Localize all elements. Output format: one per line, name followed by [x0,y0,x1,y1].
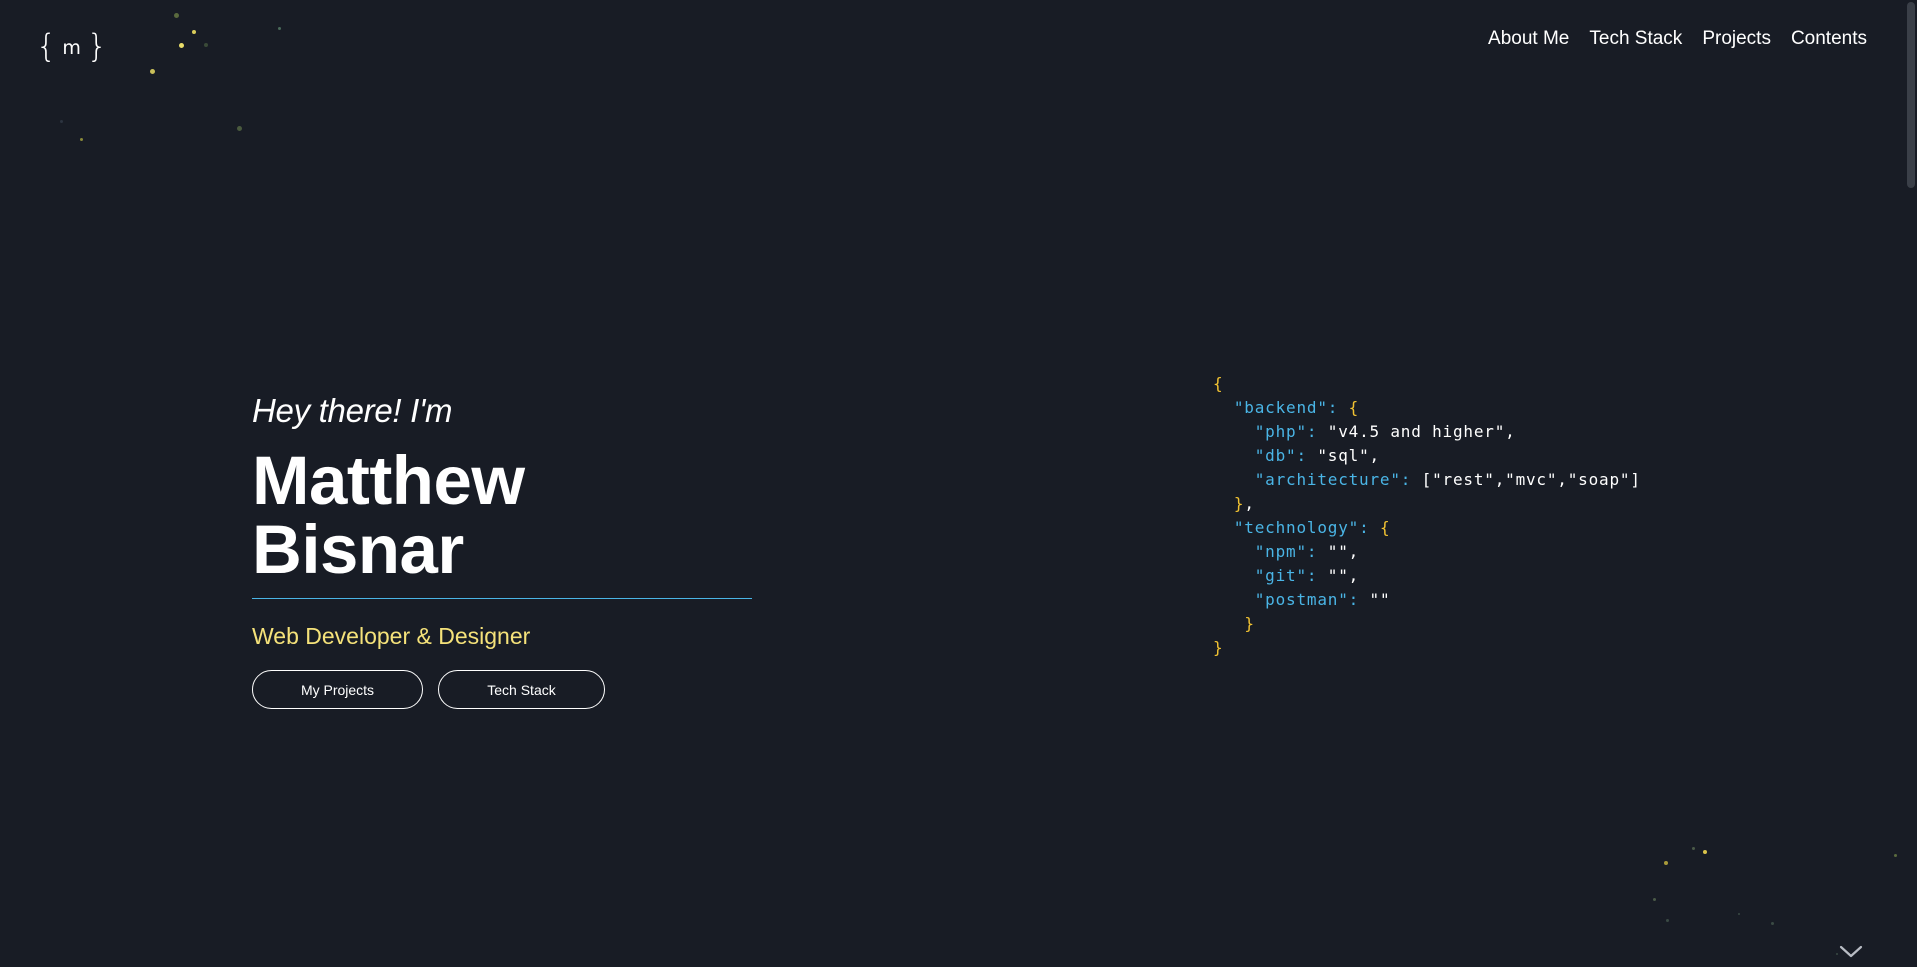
particle [278,27,281,30]
hero-role: Web Developer & Designer [252,623,531,649]
logo-close-brace: } [86,27,108,65]
code-value-npm: "", [1327,542,1360,561]
main-nav: About Me Tech Stack Projects Contents [1488,28,1867,50]
code-value-architecture: ["rest","mvc","soap"] [1421,470,1641,489]
code-key-backend: "backend" [1233,398,1328,417]
code-key-php: "php" [1254,422,1307,441]
particle [1692,847,1695,850]
particle [150,69,155,74]
particle [204,43,208,47]
particle [1664,861,1668,865]
site-logo[interactable]: { m } [36,30,107,62]
code-key-architecture: "architecture" [1254,470,1401,489]
chevron-down-icon[interactable] [1839,945,1863,959]
my-projects-button[interactable]: My Projects [252,670,423,709]
particle [192,30,196,34]
particle [1894,854,1897,857]
hero-greeting: Hey there! I'm [252,392,453,429]
hero-section: Hey there! I'm Matthew Bisnar Web Develo… [252,392,752,709]
scrollbar[interactable] [1904,0,1917,967]
scrollbar-thumb[interactable] [1907,2,1915,188]
code-key-postman: "postman" [1254,590,1349,609]
page: { m } About Me Tech Stack Projects Conte… [0,0,1917,967]
code-open-brace: { [1213,374,1224,393]
hero-buttons: My Projects Tech Stack [252,670,752,709]
particle [1703,850,1707,854]
nav-contents[interactable]: Contents [1791,28,1867,50]
particle [174,13,179,18]
code-snippet: { "backend": { "php": "v4.5 and higher",… [1213,374,1641,657]
particle [1666,919,1669,922]
code-key-git: "git" [1254,566,1307,585]
nav-tech-stack[interactable]: Tech Stack [1589,28,1682,50]
code-value-db: "sql", [1317,446,1380,465]
logo-letter: m [62,37,81,59]
code-close-brace: } [1213,638,1224,657]
code-value-postman: "" [1369,590,1391,609]
particle [1836,953,1838,955]
tech-stack-button[interactable]: Tech Stack [438,670,605,709]
particle [80,138,83,141]
particle [237,126,242,131]
code-key-db: "db" [1254,446,1297,465]
logo-open-brace: { [36,27,57,65]
nav-projects[interactable]: Projects [1702,28,1771,50]
code-value-php: "v4.5 and higher", [1327,422,1516,441]
particle [179,43,184,48]
code-value-git: "", [1327,566,1360,585]
hero-name: Matthew Bisnar [252,446,752,599]
particle [1771,922,1774,925]
particle [1653,898,1656,901]
particle [60,120,63,123]
nav-about-me[interactable]: About Me [1488,28,1569,50]
particle [1738,913,1740,915]
code-key-npm: "npm" [1254,542,1307,561]
code-key-technology: "technology" [1233,518,1360,537]
